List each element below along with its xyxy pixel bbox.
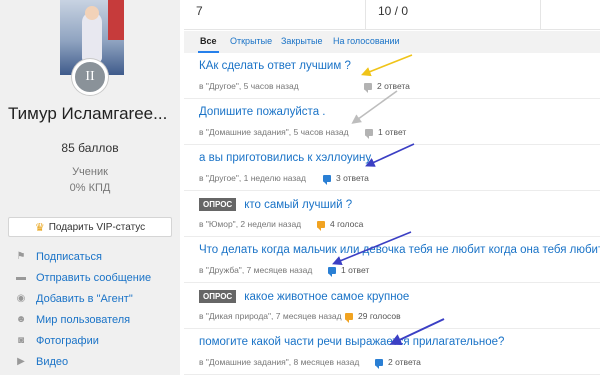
answers-count[interactable]: 2 ответа: [375, 357, 421, 369]
rank-badge: II: [72, 59, 108, 95]
profile-menu: ⚑ Подписаться ▬ Отправить сообщение ◉ До…: [14, 246, 174, 372]
menu-item-subscribe[interactable]: ⚑ Подписаться: [14, 246, 174, 267]
votes-count[interactable]: 4 голоса: [317, 219, 364, 231]
question-title-text: кто самый лучший ?: [244, 199, 353, 211]
answers-label: 1 ответ: [341, 265, 370, 275]
menu-item-video[interactable]: ▶ Видео: [14, 351, 174, 372]
avatar-flag: [108, 0, 124, 40]
votes-label: 4 голоса: [330, 219, 364, 229]
question-meta: в "Другое", 5 часов назад: [199, 81, 299, 91]
kpd-value: 0% КПД: [69, 182, 111, 194]
menu-item-user-world[interactable]: ☻ Мир пользователя: [14, 309, 174, 330]
avatar-head: [85, 6, 99, 20]
poll-icon: [317, 220, 325, 231]
question-title-text: какое животное самое крупное: [244, 291, 410, 303]
stat-divider: [540, 0, 541, 30]
gift-vip-button[interactable]: ♛ Подарить VIP-статус: [8, 217, 172, 237]
question-meta: в "Домашние задания", 5 часов назад: [199, 127, 349, 137]
comment-icon: [323, 174, 331, 185]
points-count: 85 баллов: [61, 141, 119, 155]
poll-badge: ОПРОС: [199, 290, 237, 303]
question-title-link[interactable]: а вы приготовились к хэллоуину: [199, 152, 371, 164]
stats-row: 7 10 / 0: [184, 0, 600, 30]
menu-item-send-message[interactable]: ▬ Отправить сообщение: [14, 267, 174, 288]
flag-icon: ⚑: [16, 251, 26, 262]
question-item: КАк сделать ответ лучшим ? в "Другое", 5…: [184, 53, 600, 99]
tab-open[interactable]: Открытые: [230, 31, 272, 53]
question-item: Что делать когда мальчик или девочка теб…: [184, 237, 600, 283]
stat-left-value: 7: [196, 4, 203, 18]
camera-icon: ◙: [17, 335, 25, 346]
video-icon: ▶: [17, 356, 25, 367]
answers-label: 3 ответа: [336, 173, 369, 183]
question-meta: в "Юмор", 2 недели назад: [199, 219, 302, 229]
question-meta: в "Домашние задания", 8 месяцев назад: [199, 357, 360, 367]
question-item: ОПРОС кто самый лучший ? в "Юмор", 2 неде…: [184, 191, 600, 237]
comment-icon: [328, 266, 336, 277]
question-title-link[interactable]: КАк сделать ответ лучшим ?: [199, 60, 351, 72]
question-meta: в "Другое", 1 неделю назад: [199, 173, 306, 183]
questions-panel: 7 10 / 0 Все Открытые Закрытые На голосо…: [184, 0, 600, 375]
crown-icon: ♛: [34, 221, 45, 234]
poll-icon: [345, 312, 353, 323]
comment-icon: [375, 358, 383, 369]
message-icon: ▬: [16, 272, 26, 283]
answers-count[interactable]: 3 ответа: [323, 173, 369, 185]
comment-icon: [365, 128, 373, 139]
question-title-link[interactable]: помогите какой части речи выражается при…: [199, 336, 504, 348]
question-title-link[interactable]: ОПРОС кто самый лучший ?: [199, 198, 352, 211]
user-name: Тимур Исламгаree...: [8, 104, 168, 123]
menu-item-label: Отправить сообщение: [36, 271, 152, 284]
question-title-link[interactable]: Допишите пожалуйста .: [199, 106, 325, 118]
answers-count[interactable]: 1 ответ: [328, 265, 370, 277]
answers-count[interactable]: 2 ответа: [364, 81, 410, 93]
user-status: Ученик: [72, 166, 108, 178]
question-meta: в "Дикая природа", 7 месяцев назад: [199, 311, 342, 321]
question-meta: в "Дружба", 7 месяцев назад: [199, 265, 313, 275]
agent-icon: ◉: [16, 293, 26, 304]
menu-item-photos[interactable]: ◙ Фотографии: [14, 330, 174, 351]
question-item: Допишите пожалуйста . в "Домашние задани…: [184, 99, 600, 145]
menu-item-label: Фотографии: [36, 334, 99, 347]
gift-vip-label: Подарить VIP-статус: [48, 221, 146, 233]
question-item: ОПРОС какое животное самое крупное в "Дик…: [184, 283, 600, 329]
person-icon: ☻: [15, 314, 27, 325]
question-item: помогите какой части речи выражается при…: [184, 329, 600, 375]
tab-voting[interactable]: На голосовании: [333, 31, 400, 53]
menu-item-label: Подписаться: [36, 250, 102, 263]
votes-count[interactable]: 29 голосов: [345, 311, 401, 323]
menu-item-label: Мир пользователя: [36, 313, 131, 326]
answers-count[interactable]: 1 ответ: [365, 127, 407, 139]
answers-label: 2 ответа: [377, 81, 410, 91]
menu-item-add-agent[interactable]: ◉ Добавить в "Агент": [14, 288, 174, 309]
answers-label: 1 ответ: [378, 127, 407, 137]
menu-item-label: Добавить в "Агент": [36, 292, 133, 305]
tab-all[interactable]: Все: [198, 31, 219, 53]
comment-icon: [364, 82, 372, 93]
poll-badge: ОПРОС: [199, 198, 237, 211]
menu-item-label: Видео: [36, 355, 69, 368]
question-list: КАк сделать ответ лучшим ? в "Другое", 5…: [184, 53, 600, 375]
question-tabs: Все Открытые Закрытые На голосовании: [184, 31, 600, 53]
profile-sidebar: II Тимур Исламгаree... 85 баллов Ученик …: [0, 0, 180, 375]
tab-closed[interactable]: Закрытые: [281, 31, 322, 53]
question-title-link[interactable]: Что делать когда мальчик или девочка теб…: [199, 244, 600, 256]
votes-label: 29 голосов: [358, 311, 401, 321]
question-title-link[interactable]: ОПРОС какое животное самое крупное: [199, 290, 409, 303]
question-item: а вы приготовились к хэллоуину в "Другое…: [184, 145, 600, 191]
answers-label: 2 ответа: [388, 357, 421, 367]
stat-right-value: 10 / 0: [378, 4, 409, 18]
